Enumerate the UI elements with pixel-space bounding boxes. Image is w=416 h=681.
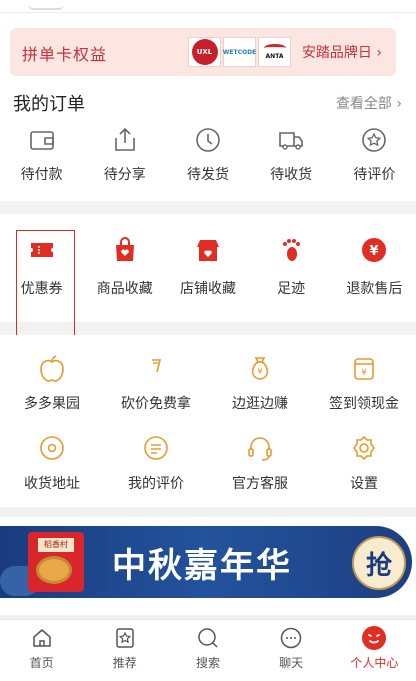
checkin-cash-label: 签到领现金 — [329, 396, 399, 412]
chevron-right-icon: › — [376, 45, 382, 61]
svg-text:¥: ¥ — [361, 368, 367, 378]
search-icon — [198, 628, 218, 648]
mid-autumn-banner[interactable]: 稻香村 中秋嘉年华 抢 — [0, 526, 412, 598]
highlight-box — [16, 230, 75, 336]
headset-icon — [248, 437, 272, 461]
tools-row-1: 多多果园 砍价免费拿 ¥ 边逛边赚 ¥ 签到领现金 — [0, 353, 416, 413]
tab-search[interactable]: 搜索 — [166, 620, 249, 681]
footprint-entry[interactable]: 足迹 — [250, 236, 333, 298]
refund-label: 退款售后 — [346, 281, 403, 297]
tab-label: 个人中心 — [350, 656, 399, 670]
order-label: 待发货 — [186, 167, 229, 183]
bag-heart-icon — [115, 237, 134, 261]
top-handle — [28, 2, 64, 10]
customer-service-entry[interactable]: 官方客服 — [208, 433, 312, 493]
promo-title: 中秋嘉年华 — [112, 546, 292, 586]
order-label: 待付款 — [20, 167, 63, 183]
tab-chat[interactable]: 聊天 — [250, 620, 333, 681]
brand-day-link[interactable]: 安踏品牌日 › — [302, 42, 382, 62]
share-icon — [114, 127, 135, 151]
settings-label: 设置 — [350, 476, 378, 492]
order-pending-ship[interactable]: 待发货 — [166, 126, 249, 188]
divider — [0, 12, 416, 13]
order-label: 待评价 — [353, 167, 396, 183]
truck-icon — [279, 132, 303, 150]
order-status-row: 待付款 待分享 待发货 待收货 待评价 — [0, 126, 416, 188]
orchard-entry[interactable]: 多多果园 — [0, 353, 104, 413]
svg-text:¥: ¥ — [257, 367, 263, 377]
pinduan-banner[interactable]: 拼单卡权益 UXL WETCODE ANTA 安踏品牌日 › — [10, 28, 396, 76]
brand-logo-2: WETCODE — [223, 37, 256, 67]
footprint-icon — [283, 239, 301, 261]
money-bag-icon: ¥ — [251, 357, 269, 380]
store-heart-icon — [196, 240, 219, 261]
view-all-orders[interactable]: 查看全部 › — [336, 93, 402, 113]
box-tag: 稻香村 — [38, 538, 74, 552]
tab-home[interactable]: 首页 — [0, 620, 83, 681]
my-reviews-entry[interactable]: 我的评价 — [104, 433, 208, 493]
promo-card: 稻香村 中秋嘉年华 抢 — [0, 517, 416, 615]
order-pending-review[interactable]: 待评价 — [333, 126, 416, 188]
tab-recommend[interactable]: 推荐 — [83, 620, 166, 681]
tab-profile[interactable]: 个人中心 — [333, 620, 416, 681]
tab-label: 首页 — [29, 656, 54, 670]
settings-entry[interactable]: 设置 — [312, 433, 416, 493]
checkin-cash-entry[interactable]: ¥ 签到领现金 — [312, 353, 416, 413]
product-favorites-entry[interactable]: 商品收藏 — [83, 236, 166, 298]
brand-logo-1: UXL — [188, 37, 221, 67]
top-strip — [0, 0, 416, 14]
tab-label: 聊天 — [279, 656, 304, 670]
pinduan-title: 拼单卡权益 — [22, 45, 108, 64]
mooncake-image — [36, 556, 72, 584]
tools-card: 多多果园 砍价免费拿 ¥ 边逛边赚 ¥ 签到领现金 收货地址 我的评价 官方客服 — [0, 335, 416, 507]
footprint-label: 足迹 — [277, 281, 306, 297]
review-icon — [362, 128, 387, 152]
brand-logo-anta: ANTA — [258, 37, 291, 67]
star-icon — [116, 628, 134, 648]
favorites-card: 优惠券 商品收藏 店铺收藏 足迹 ¥ 退款售后 — [0, 214, 416, 336]
tab-label: 搜索 — [195, 656, 220, 670]
order-pending-payment[interactable]: 待付款 — [0, 126, 83, 188]
orders-card: 拼单卡权益 UXL WETCODE ANTA 安踏品牌日 › 我的订单 查看全部… — [0, 14, 416, 201]
store-favorites-label: 店铺收藏 — [179, 281, 236, 297]
wallet-icon — [29, 131, 54, 150]
address-entry[interactable]: 收货地址 — [0, 433, 104, 493]
order-label: 待收货 — [270, 167, 313, 183]
comment-icon — [144, 436, 168, 460]
chat-icon — [280, 627, 302, 649]
cash-jar-icon: ¥ — [354, 358, 374, 380]
tab-label: 推荐 — [112, 656, 137, 670]
grab-button[interactable]: 抢 — [352, 536, 406, 590]
tools-row-2: 收货地址 我的评价 官方客服 设置 — [0, 433, 416, 493]
bargain-label: 砍价免费拿 — [121, 396, 191, 412]
bargain-entry[interactable]: 砍价免费拿 — [104, 353, 208, 413]
home-icon — [32, 629, 51, 647]
orchard-label: 多多果园 — [24, 396, 80, 412]
location-icon — [40, 436, 64, 460]
product-favorites-label: 商品收藏 — [96, 281, 153, 297]
svg-text:¥: ¥ — [370, 244, 379, 259]
chevron-right-icon: › — [396, 96, 402, 112]
bottom-tabbar: 首页 推荐 搜索 聊天 个人中心 — [0, 619, 416, 681]
store-favorites-entry[interactable]: 店铺收藏 — [166, 236, 249, 298]
orders-title: 我的订单 — [13, 94, 85, 115]
browse-earn-label: 边逛边赚 — [232, 396, 288, 412]
order-pending-share[interactable]: 待分享 — [83, 126, 166, 188]
customer-service-label: 官方客服 — [232, 476, 288, 492]
cut-price-icon — [152, 359, 162, 373]
refund-icon: ¥ — [362, 238, 387, 262]
refund-entry[interactable]: ¥ 退款售后 — [333, 236, 416, 298]
brand-logos: UXL WETCODE ANTA — [188, 37, 291, 67]
browse-earn-entry[interactable]: ¥ 边逛边赚 — [208, 353, 312, 413]
profile-icon — [362, 626, 387, 650]
my-reviews-label: 我的评价 — [128, 476, 184, 492]
order-pending-receive[interactable]: 待收货 — [250, 126, 333, 188]
gear-icon — [353, 435, 375, 461]
clock-icon — [196, 128, 220, 152]
apple-icon — [40, 355, 64, 382]
order-label: 待分享 — [103, 167, 146, 183]
address-label: 收货地址 — [24, 476, 80, 492]
